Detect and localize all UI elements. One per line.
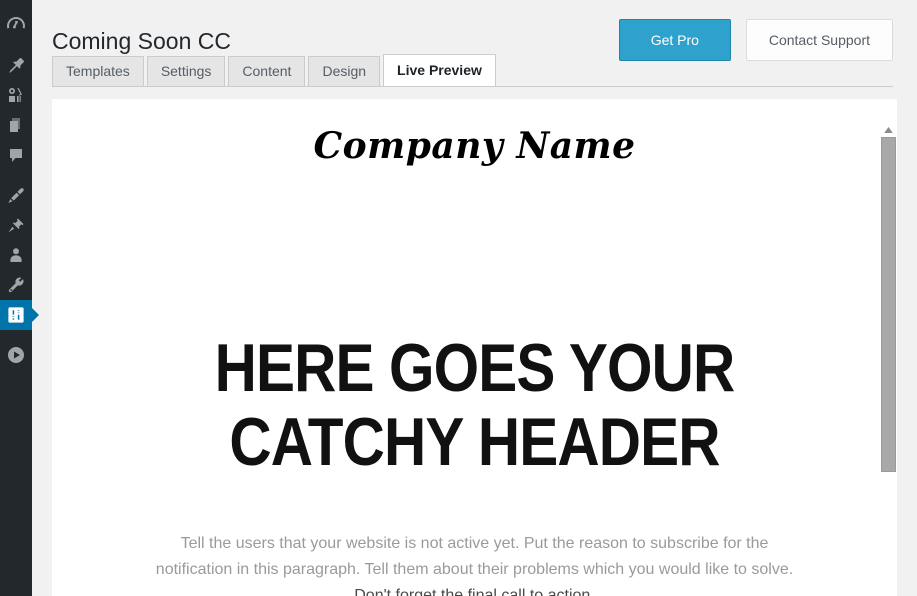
preview-call-to-action: Don't forget the final call to action.	[354, 587, 595, 596]
sidebar-item-settings[interactable]	[0, 300, 39, 330]
tab-design[interactable]: Design	[308, 56, 381, 87]
sidebar-item-plugins[interactable]	[0, 210, 32, 240]
chevron-up-icon	[884, 127, 893, 133]
preview-paragraph: Tell the users that your website is not …	[155, 531, 795, 596]
paintbrush-icon	[6, 185, 26, 205]
preview-right-gutter	[897, 99, 917, 596]
live-preview-frame: Company Name HERE GOES YOUR CATCHY HEADE…	[52, 99, 897, 596]
preview-scrollbar[interactable]	[880, 123, 897, 596]
get-pro-button[interactable]: Get Pro	[618, 19, 731, 61]
page-body: Coming Soon CC Get Pro Contact Support T…	[32, 0, 917, 596]
tab-live-preview[interactable]: Live Preview	[383, 54, 496, 86]
pin-icon	[6, 55, 26, 75]
sidebar-item-pages[interactable]	[0, 110, 32, 140]
preview-paragraph-text: Tell the users that your website is not …	[155, 535, 794, 578]
sidebar-item-dashboard[interactable]	[0, 10, 32, 40]
user-icon	[6, 245, 26, 265]
header-actions: Get Pro Contact Support	[618, 19, 893, 61]
plug-icon	[6, 215, 26, 235]
tab-bar: Templates Settings Content Design Live P…	[52, 54, 499, 87]
sidebar-item-appearance[interactable]	[0, 180, 32, 210]
scrollbar-track[interactable]	[880, 137, 897, 596]
sidebar-item-collapse[interactable]	[0, 340, 32, 370]
sidebar-item-media[interactable]	[0, 80, 32, 110]
sidebar-separator-2	[0, 170, 32, 180]
contact-support-button[interactable]: Contact Support	[745, 19, 893, 61]
tab-bar-divider	[52, 86, 893, 87]
admin-sidebar	[0, 0, 39, 596]
tab-templates[interactable]: Templates	[52, 56, 144, 87]
tab-settings[interactable]: Settings	[146, 56, 226, 87]
sidebar-item-tools[interactable]	[0, 270, 32, 300]
pages-icon	[6, 115, 26, 135]
sidebar-item-posts[interactable]	[0, 50, 32, 80]
company-name: Company Name	[313, 125, 636, 167]
sidebar-item-comments[interactable]	[0, 140, 32, 170]
page-title: Coming Soon CC	[52, 28, 231, 55]
sidebar-spacer-top	[0, 0, 32, 10]
page-header: Coming Soon CC Get Pro Contact Support	[32, 0, 917, 61]
app-root: Coming Soon CC Get Pro Contact Support T…	[0, 0, 917, 596]
sidebar-item-users[interactable]	[0, 240, 32, 270]
dashboard-icon	[6, 15, 26, 35]
tab-content[interactable]: Content	[228, 56, 306, 87]
preview-headline: HERE GOES YOUR CATCHY HEADER	[214, 330, 736, 480]
sidebar-separator-1	[0, 40, 32, 50]
play-circle-icon	[6, 345, 26, 365]
sliders-icon	[6, 305, 26, 325]
sidebar-separator-3	[0, 330, 32, 340]
scroll-up-arrow-icon[interactable]	[880, 123, 897, 137]
media-icon	[6, 85, 26, 105]
wrench-icon	[6, 275, 26, 295]
live-preview-content: Company Name HERE GOES YOUR CATCHY HEADE…	[52, 123, 897, 596]
scrollbar-thumb[interactable]	[881, 137, 896, 472]
comment-icon	[6, 145, 26, 165]
